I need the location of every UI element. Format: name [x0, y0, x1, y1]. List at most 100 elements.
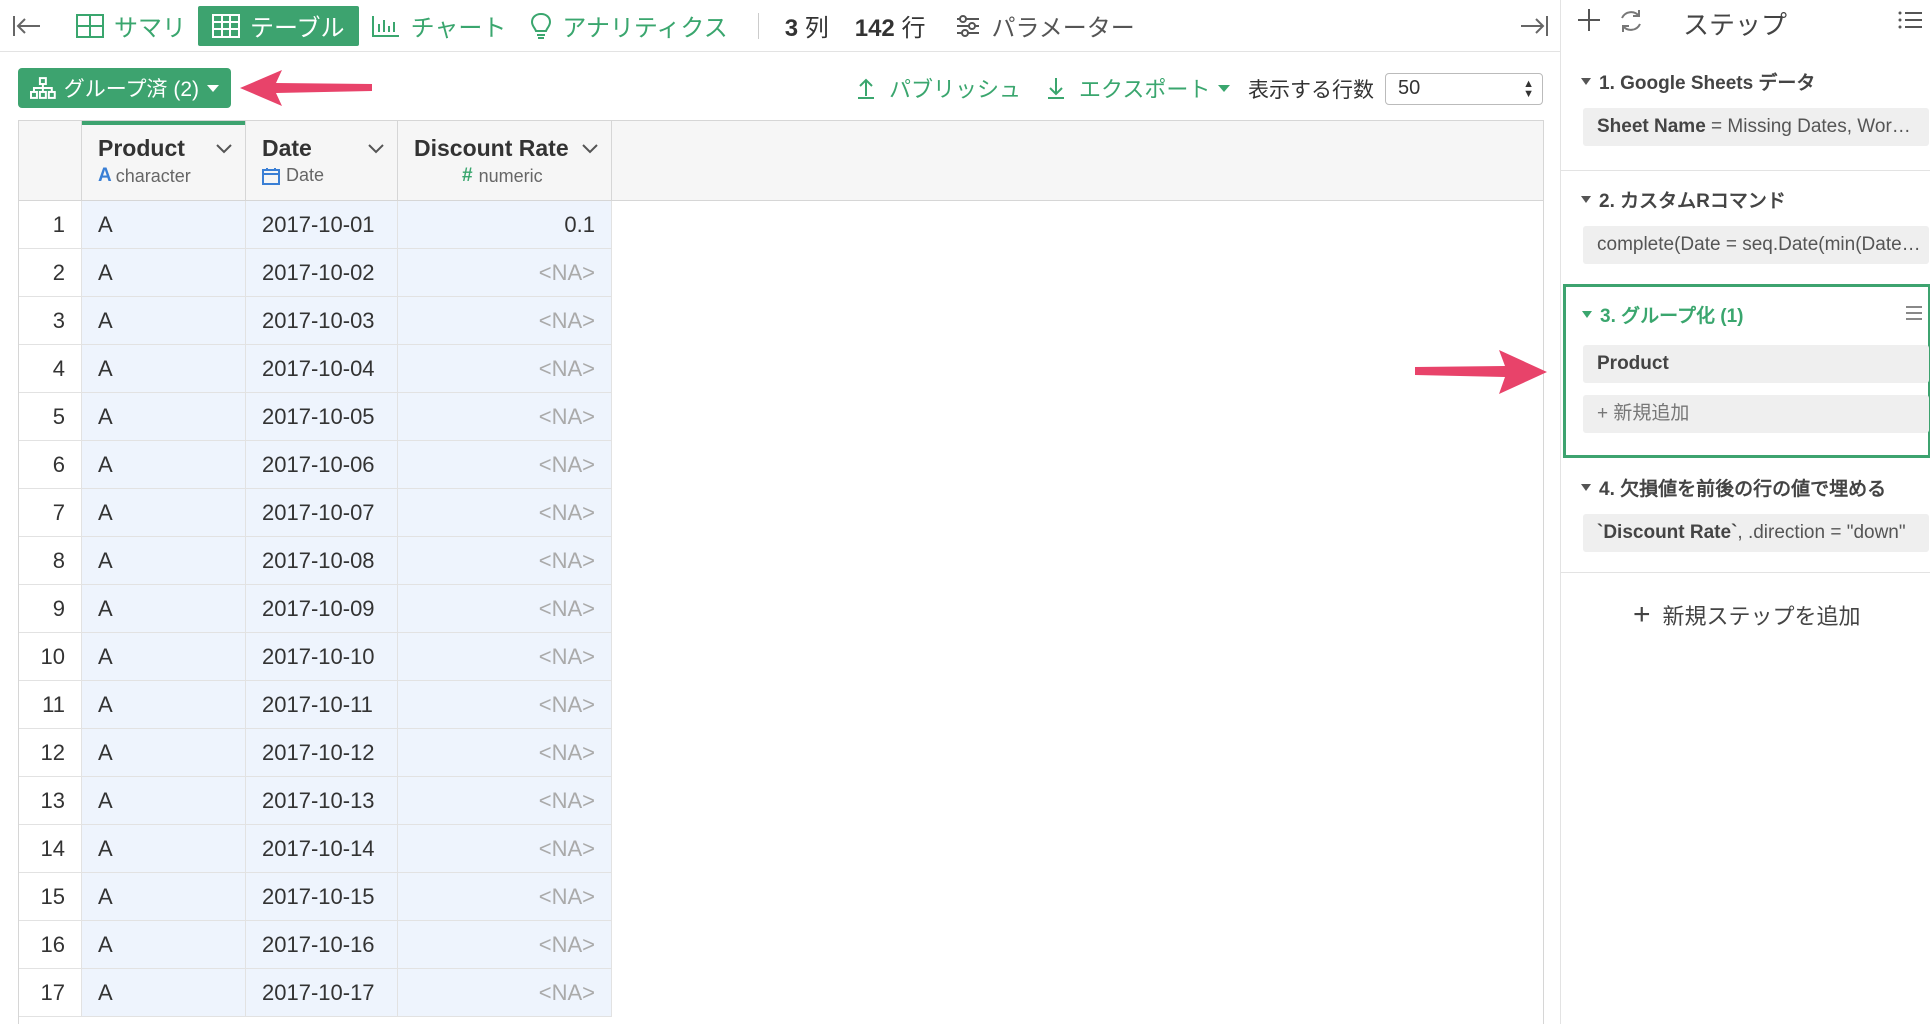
- cell-discount-rate[interactable]: <NA>: [398, 825, 612, 873]
- row-index[interactable]: 8: [19, 537, 82, 585]
- cell-date[interactable]: 2017-10-11: [246, 681, 398, 729]
- cell-discount-rate[interactable]: <NA>: [398, 441, 612, 489]
- cell-date[interactable]: 2017-10-17: [246, 969, 398, 1017]
- row-index[interactable]: 13: [19, 777, 82, 825]
- cell-date[interactable]: 2017-10-16: [246, 921, 398, 969]
- cell-discount-rate[interactable]: <NA>: [398, 249, 612, 297]
- cell-date[interactable]: 2017-10-06: [246, 441, 398, 489]
- step-4[interactable]: 4. 欠損値を前後の行の値で埋める `Discount Rate`, .dire…: [1561, 460, 1930, 572]
- export-button[interactable]: エクスポート: [1045, 72, 1231, 104]
- chevron-down-icon[interactable]: [581, 143, 599, 155]
- collapse-left-button[interactable]: [0, 0, 64, 52]
- row-index[interactable]: 3: [19, 297, 82, 345]
- cell-product[interactable]: A: [82, 441, 246, 489]
- publish-button[interactable]: パブリッシュ: [855, 72, 1021, 104]
- cell-date[interactable]: 2017-10-10: [246, 633, 398, 681]
- cell-discount-rate[interactable]: <NA>: [398, 681, 612, 729]
- row-index[interactable]: 14: [19, 825, 82, 873]
- row-index[interactable]: 15: [19, 873, 82, 921]
- tab-summary[interactable]: サマリ: [64, 0, 198, 52]
- row-index[interactable]: 4: [19, 345, 82, 393]
- cell-product[interactable]: A: [82, 585, 246, 633]
- cell-date[interactable]: 2017-10-13: [246, 777, 398, 825]
- tab-chart[interactable]: チャート: [359, 0, 519, 52]
- list-icon[interactable]: [1897, 8, 1923, 32]
- row-index[interactable]: 11: [19, 681, 82, 729]
- cell-product[interactable]: A: [82, 825, 246, 873]
- cell-date[interactable]: 2017-10-12: [246, 729, 398, 777]
- row-index[interactable]: 5: [19, 393, 82, 441]
- step-detail[interactable]: `Discount Rate`, .direction = "down": [1583, 514, 1929, 552]
- tab-table[interactable]: テーブル: [198, 5, 359, 46]
- column-header-product[interactable]: Product Acharacter: [82, 121, 246, 200]
- cell-discount-rate[interactable]: <NA>: [398, 777, 612, 825]
- row-index[interactable]: 9: [19, 585, 82, 633]
- cell-product[interactable]: A: [82, 249, 246, 297]
- cell-date[interactable]: 2017-10-07: [246, 489, 398, 537]
- cell-product[interactable]: A: [82, 537, 246, 585]
- row-index[interactable]: 10: [19, 633, 82, 681]
- cell-date[interactable]: 2017-10-03: [246, 297, 398, 345]
- row-index[interactable]: 6: [19, 441, 82, 489]
- cell-date[interactable]: 2017-10-02: [246, 249, 398, 297]
- cell-discount-rate[interactable]: <NA>: [398, 489, 612, 537]
- add-new-button[interactable]: + 新規追加: [1583, 395, 1929, 433]
- row-index[interactable]: 2: [19, 249, 82, 297]
- step-3-active[interactable]: 3. グループ化 (1) Product + 新規追加: [1563, 284, 1930, 458]
- cell-discount-rate[interactable]: <NA>: [398, 393, 612, 441]
- cell-product[interactable]: A: [82, 969, 246, 1017]
- group-column-chip[interactable]: Product: [1583, 345, 1929, 383]
- cell-discount-rate[interactable]: <NA>: [398, 345, 612, 393]
- step-detail[interactable]: complete(Date = seq.Date(min(Date…: [1583, 226, 1929, 264]
- row-index[interactable]: 12: [19, 729, 82, 777]
- cell-date[interactable]: 2017-10-04: [246, 345, 398, 393]
- cell-product[interactable]: A: [82, 393, 246, 441]
- cell-product[interactable]: A: [82, 633, 246, 681]
- cell-date[interactable]: 2017-10-01: [246, 201, 398, 249]
- step-detail[interactable]: Sheet Name = Missing Dates, Wor…: [1583, 108, 1929, 146]
- cell-product[interactable]: A: [82, 297, 246, 345]
- row-index[interactable]: 1: [19, 201, 82, 249]
- cell-discount-rate[interactable]: <NA>: [398, 297, 612, 345]
- parameters-button[interactable]: パラメーター: [943, 0, 1146, 52]
- menu-icon[interactable]: [1904, 305, 1924, 321]
- tab-analytics[interactable]: アナリティクス: [518, 0, 739, 52]
- row-index[interactable]: 7: [19, 489, 82, 537]
- cell-product[interactable]: A: [82, 345, 246, 393]
- cell-discount-rate[interactable]: <NA>: [398, 537, 612, 585]
- cell-date[interactable]: 2017-10-15: [246, 873, 398, 921]
- row-index[interactable]: 16: [19, 921, 82, 969]
- column-header-discount-rate[interactable]: Discount Rate # numeric: [398, 121, 612, 200]
- cell-discount-rate[interactable]: <NA>: [398, 585, 612, 633]
- cell-discount-rate[interactable]: <NA>: [398, 633, 612, 681]
- plus-icon[interactable]: [1575, 6, 1603, 34]
- cell-discount-rate[interactable]: <NA>: [398, 729, 612, 777]
- step-2[interactable]: 2. カスタムRコマンド complete(Date = seq.Date(mi…: [1561, 170, 1930, 284]
- cell-discount-rate[interactable]: 0.1: [398, 201, 612, 249]
- column-type: # numeric: [462, 165, 543, 186]
- cell-discount-rate[interactable]: <NA>: [398, 873, 612, 921]
- chevron-down-icon[interactable]: [215, 143, 233, 155]
- cell-date[interactable]: 2017-10-09: [246, 585, 398, 633]
- cell-date[interactable]: 2017-10-14: [246, 825, 398, 873]
- group-button[interactable]: グループ済 (2): [18, 68, 231, 108]
- cell-product[interactable]: A: [82, 201, 246, 249]
- cell-date[interactable]: 2017-10-08: [246, 537, 398, 585]
- expand-right-button[interactable]: [1508, 0, 1560, 52]
- cell-product[interactable]: A: [82, 921, 246, 969]
- chevron-down-icon[interactable]: [367, 143, 385, 155]
- cell-product[interactable]: A: [82, 489, 246, 537]
- cell-product[interactable]: A: [82, 777, 246, 825]
- cell-product[interactable]: A: [82, 873, 246, 921]
- cell-date[interactable]: 2017-10-05: [246, 393, 398, 441]
- add-step-button[interactable]: + 新規ステップを追加: [1633, 598, 1861, 632]
- cell-product[interactable]: A: [82, 729, 246, 777]
- rows-display-select[interactable]: 50 ▲ ▼: [1385, 73, 1543, 105]
- refresh-icon[interactable]: [1617, 7, 1645, 35]
- row-index[interactable]: 17: [19, 969, 82, 1017]
- column-header-date[interactable]: Date Date: [246, 121, 398, 200]
- cell-product[interactable]: A: [82, 681, 246, 729]
- cell-discount-rate[interactable]: <NA>: [398, 921, 612, 969]
- step-1[interactable]: 1. Google Sheets データ Sheet Name = Missin…: [1561, 52, 1930, 170]
- cell-discount-rate[interactable]: <NA>: [398, 969, 612, 1017]
